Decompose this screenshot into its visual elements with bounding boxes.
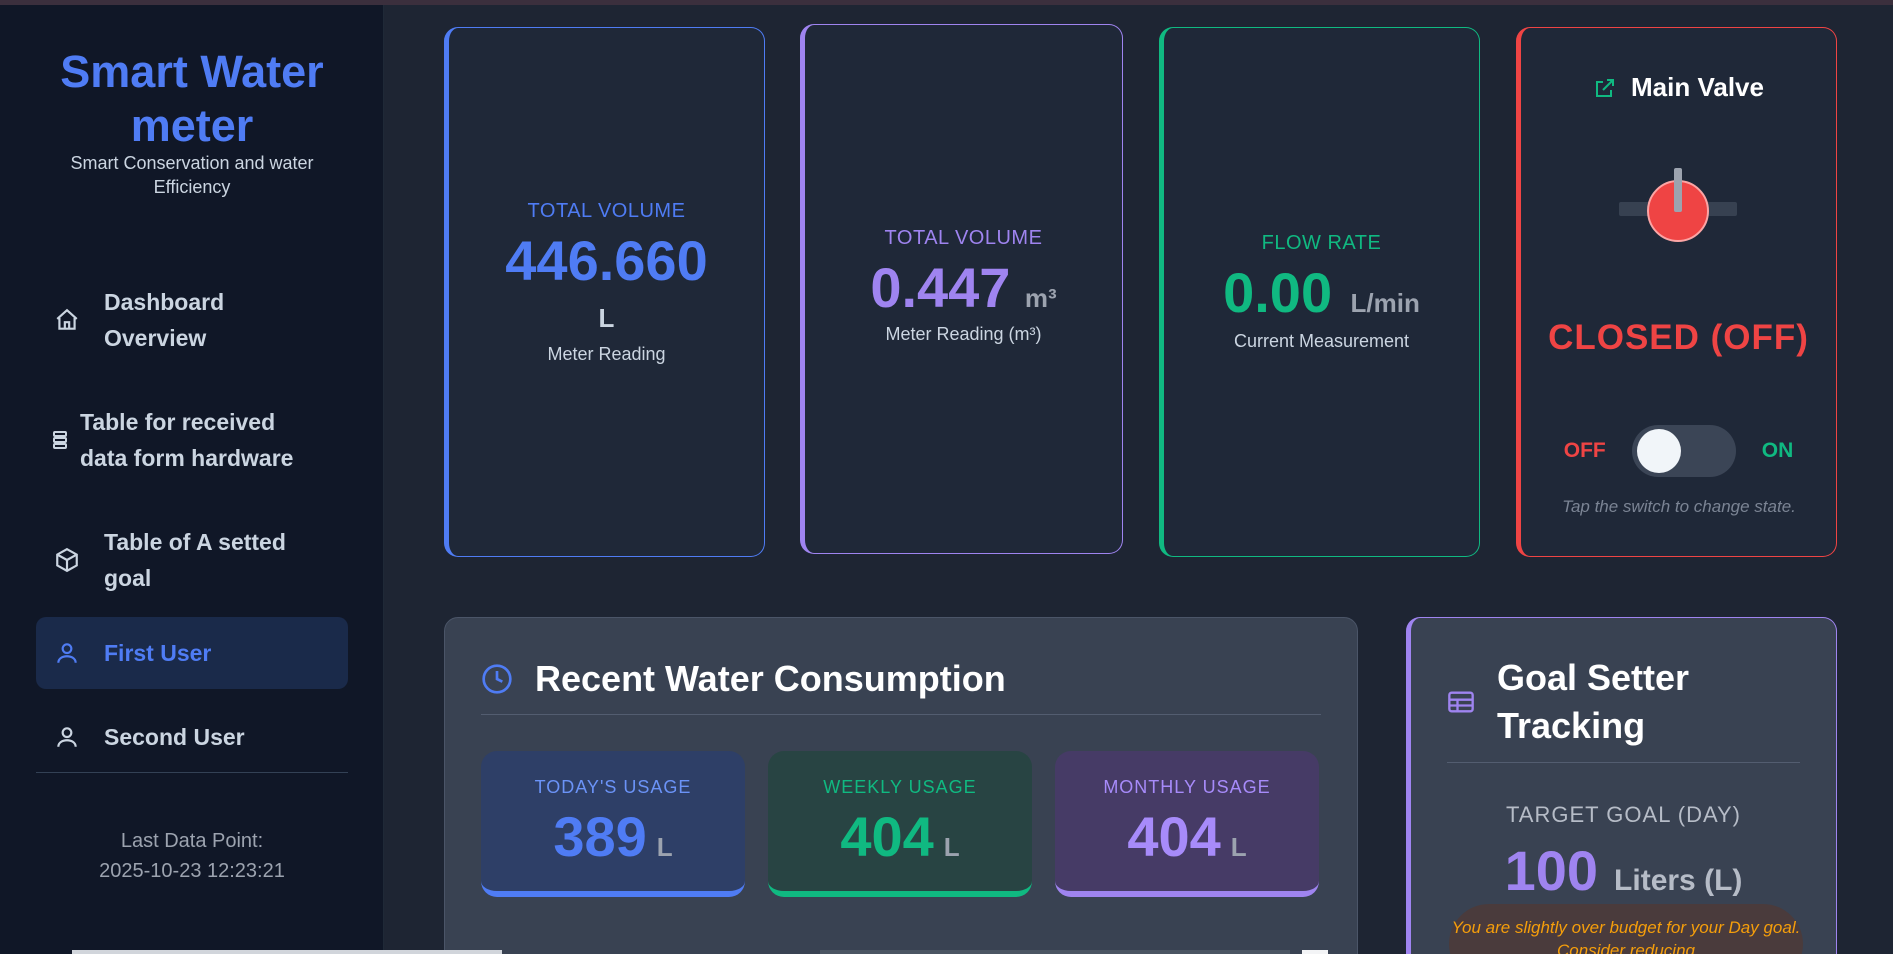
sidebar-item-label: First User (104, 640, 212, 666)
target-goal-unit: Liters (L) (1614, 864, 1743, 897)
card-label: TOTAL VOLUME (884, 227, 1043, 249)
valve-hint: Tap the switch to change state. (1562, 497, 1796, 516)
box-icon (52, 545, 82, 575)
scrollbar-segment (72, 950, 502, 954)
card-unit: m³ (1024, 283, 1057, 313)
sidebar: Smart Water meter Smart Conservation and… (0, 5, 384, 954)
usage-value: 389 (553, 805, 647, 868)
budget-warning-message: You are slightly over budget for your Da… (1449, 904, 1803, 954)
usage-value: 404 (840, 805, 934, 868)
brand-subtitle: Smart Conservation and water Efficiency (70, 153, 314, 197)
usage-label: MONTHLY USAGE (1103, 777, 1271, 797)
valve-status: CLOSED (OFF) (1548, 318, 1809, 357)
usage-unit: L (943, 832, 960, 862)
card-subtitle: Meter Reading (547, 344, 666, 364)
card-subtitle: Meter Reading (m³) (885, 324, 1042, 344)
panel-header: Recent Water Consumption (481, 658, 1006, 700)
card-body: TOTAL VOLUME 0.447 m³ Meter Reading (m³) (805, 227, 1122, 345)
valve-icon (1619, 168, 1737, 242)
card-value-row: 0.447 m³ (805, 258, 1122, 318)
sidebar-item-dashboard[interactable]: Dashboard Overview (36, 275, 348, 365)
user-icon (52, 722, 82, 752)
usage-label: TODAY'S USAGE (534, 777, 692, 797)
sidebar-divider (36, 772, 348, 773)
weekly-usage-card: WEEKLY USAGE 404 L (768, 751, 1032, 897)
card-value-row: 0.00 L/min (1164, 263, 1479, 323)
toggle-off-label: OFF (1563, 439, 1606, 462)
external-link-icon (1596, 78, 1615, 97)
recent-consumption-panel: Recent Water Consumption TODAY'S USAGE 3… (444, 617, 1358, 954)
card-subtitle: Current Measurement (1233, 331, 1410, 351)
total-volume-liters-card: TOTAL VOLUME 446.660 L Meter Reading (444, 27, 765, 557)
card-value: 0.00 (1223, 261, 1333, 324)
main-valve-card: Main Valve CLOSED (OFF) OFF ON Tap the s… (1516, 27, 1837, 557)
valve-toggle-row: OFF ON (1521, 425, 1836, 477)
monthly-usage-card: MONTHLY USAGE 404 L (1055, 751, 1319, 897)
brand-title: Smart Water meter (60, 46, 324, 151)
scrollbar-segment (1302, 950, 1328, 954)
sidebar-item-second-user[interactable]: Second User (36, 701, 348, 773)
usage-value-row: 389 L (481, 805, 745, 879)
card-label: TOTAL VOLUME (527, 200, 686, 222)
card-value: 0.447 (870, 256, 1011, 319)
valve-title-text: Main Valve (1631, 72, 1764, 102)
sidebar-item-goal-table[interactable]: Table of A setted goal (36, 515, 348, 605)
panel-header: Goal Setter Tracking (1447, 654, 1717, 750)
last-data-timestamp: 2025-10-23 12:23:21 (99, 860, 285, 882)
usage-unit: L (1230, 832, 1247, 862)
sidebar-item-hardware-table[interactable]: Table for received data form hardware (36, 395, 348, 485)
panel-title: Recent Water Consumption (535, 658, 1006, 699)
target-goal-label: TARGET GOAL (DAY) (1506, 802, 1741, 827)
sidebar-item-first-user[interactable]: First User (36, 617, 348, 689)
sidebar-item-label: Dashboard Overview (104, 289, 225, 351)
panel-divider (481, 714, 1321, 715)
last-data-label: Last Data Point: (120, 830, 264, 852)
card-body: FLOW RATE 0.00 L/min Current Measurement (1164, 232, 1479, 352)
total-volume-m3-card: TOTAL VOLUME 0.447 m³ Meter Reading (m³) (800, 24, 1123, 554)
sidebar-item-label: Table for received data form hardware (80, 409, 294, 471)
valve-title: Main Valve (1521, 72, 1836, 103)
card-body: TOTAL VOLUME 446.660 L Meter Reading (449, 200, 764, 365)
toggle-on-label: ON (1761, 439, 1794, 462)
user-icon (52, 638, 82, 668)
panel-divider (1447, 762, 1800, 763)
card-unit: L/min (1350, 288, 1420, 318)
todays-usage-card: TODAY'S USAGE 389 L (481, 751, 745, 897)
usage-value: 404 (1127, 805, 1221, 868)
card-value: 446.660 (505, 229, 708, 292)
panel-title: Goal Setter Tracking (1497, 657, 1690, 746)
usage-value-row: 404 L (1055, 805, 1319, 879)
home-icon (52, 305, 82, 335)
goal-tracking-panel: Goal Setter Tracking TARGET GOAL (DAY) 1… (1406, 617, 1837, 954)
database-icon (52, 425, 68, 455)
target-goal-value-row: 100 Liters (L) (1411, 838, 1836, 903)
usage-value-row: 404 L (768, 805, 1032, 879)
clock-icon (482, 664, 512, 694)
usage-unit: L (656, 832, 673, 862)
sidebar-item-label: Table of A setted goal (104, 529, 286, 591)
last-data-point: Last Data Point: 2025-10-23 12:23:21 (36, 826, 348, 886)
sidebar-item-label: Second User (104, 724, 245, 750)
usage-label: WEEKLY USAGE (823, 777, 977, 797)
card-label: FLOW RATE (1261, 232, 1382, 254)
valve-toggle-switch[interactable] (1631, 425, 1736, 477)
table-icon (1448, 691, 1474, 713)
card-unit: L (598, 303, 615, 333)
scrollbar-segment (820, 950, 1290, 954)
toggle-knob (1636, 429, 1681, 473)
target-goal-value: 100 (1504, 839, 1599, 902)
flow-rate-card: FLOW RATE 0.00 L/min Current Measurement (1159, 27, 1480, 557)
